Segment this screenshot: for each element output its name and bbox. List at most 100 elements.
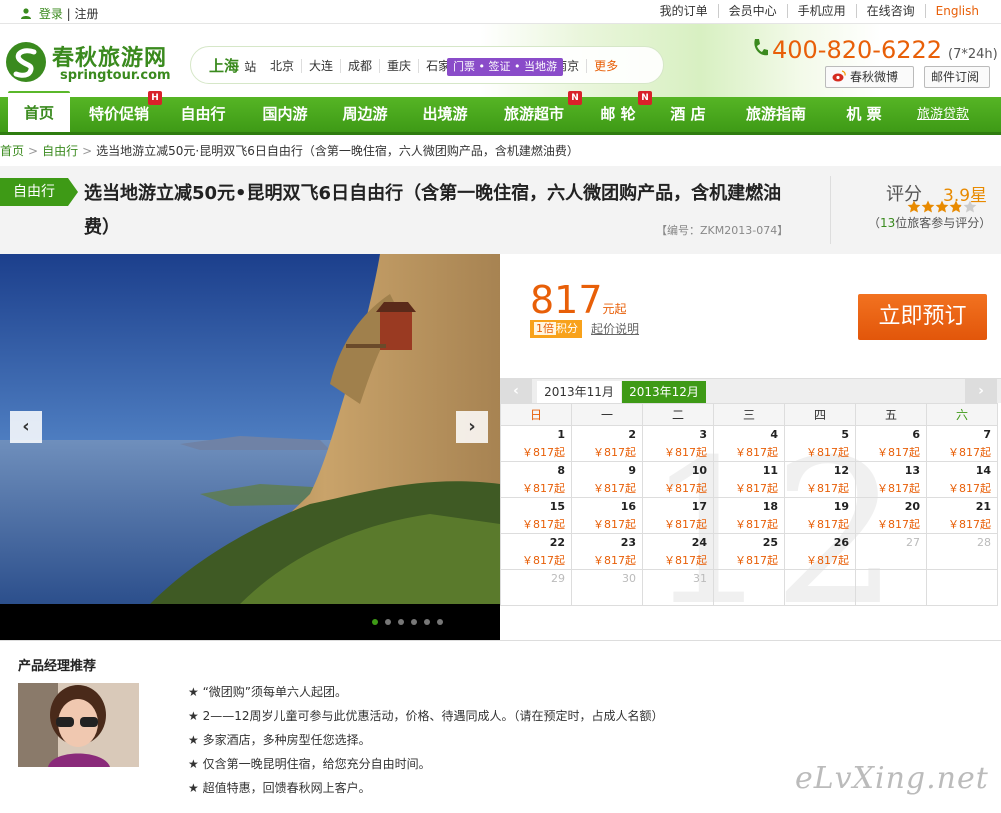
calendar-day[interactable]: 12 ￥817起 (784, 461, 856, 498)
more-cities-link[interactable]: 更多 (586, 59, 625, 73)
month-tab-active[interactable]: 2013年12月 (622, 381, 706, 403)
day-number: 28 (977, 536, 991, 549)
my-orders-link[interactable]: 我的订单 (650, 4, 718, 18)
day-price: ￥817起 (806, 482, 849, 495)
calendar-day[interactable]: 17 ￥817起 (642, 497, 714, 534)
day-number: 13 (904, 464, 920, 477)
nav-outbound[interactable]: 出境游 (410, 97, 480, 132)
chevron-right-icon: > (28, 144, 39, 158)
calendar-day[interactable]: 6 ￥817起 (855, 425, 927, 462)
calendar-day[interactable]: 11 ￥817起 (713, 461, 785, 498)
category-tag: 自由行 (0, 178, 78, 206)
carousel-dot[interactable] (398, 619, 404, 625)
calendar-day (855, 569, 927, 606)
calendar-day[interactable]: 3 ￥817起 (642, 425, 714, 462)
calendar-day[interactable]: 19 ￥817起 (784, 497, 856, 534)
mobile-app-link[interactable]: 手机应用 (786, 4, 856, 18)
carousel-dot[interactable] (411, 619, 417, 625)
site-logo[interactable]: 春秋旅游网 springtour.com (4, 40, 184, 88)
nav-hotel[interactable]: 酒 店 (658, 97, 718, 132)
mail-subscribe-button[interactable]: 邮件订阅 (924, 66, 990, 88)
list-item: ★ “微团购”须每单六人起团。 (188, 685, 348, 699)
calendar-day[interactable]: 26 ￥817起 (784, 533, 856, 570)
day-price: ￥817起 (735, 554, 778, 567)
next-month-button[interactable]: › (965, 379, 997, 403)
day-number: 2 (628, 428, 636, 441)
day-price: ￥817起 (664, 554, 707, 567)
english-link[interactable]: English (924, 4, 989, 18)
day-number: 5 (841, 428, 849, 441)
calendar-day[interactable]: 13 ￥817起 (855, 461, 927, 498)
breadcrumb-home[interactable]: 首页 (0, 144, 24, 158)
login-link[interactable]: 登录 (39, 7, 63, 21)
promo-tag[interactable]: 门票 • 签证 • 当地游 (447, 58, 563, 76)
user-icon (21, 8, 31, 19)
carousel-dot[interactable] (385, 619, 391, 625)
day-number: 18 (762, 500, 778, 513)
calendar-day[interactable]: 15 ￥817起 (500, 497, 572, 534)
main-nav: 首页 特价促销 H 自由行 国内游 周边游 出境游 旅游超市 N 邮 轮 N 酒… (0, 91, 1001, 135)
nav-nearby[interactable]: 周边游 (330, 97, 400, 132)
city-link[interactable]: 成都 (340, 59, 379, 73)
carousel-dot[interactable] (437, 619, 443, 625)
weibo-button[interactable]: 春秋微博 (825, 66, 914, 88)
carousel-prev-button[interactable]: ‹ (10, 411, 42, 443)
nav-free-travel[interactable]: 自由行 (168, 97, 238, 132)
calendar-day[interactable]: 16 ￥817起 (571, 497, 643, 534)
calendar-day[interactable]: 24 ￥817起 (642, 533, 714, 570)
calendar-day[interactable]: 4 ￥817起 (713, 425, 785, 462)
member-center-link[interactable]: 会员中心 (717, 4, 787, 18)
watermark-text: eLvXing.net (795, 761, 989, 796)
calendar-day[interactable]: 25 ￥817起 (713, 533, 785, 570)
nav-guide[interactable]: 旅游指南 (736, 97, 816, 132)
logo-en-text: springtour.com (60, 68, 171, 83)
current-city[interactable]: 上海 站 (209, 55, 256, 76)
nav-home[interactable]: 首页 (8, 91, 70, 132)
calendar-day[interactable]: 7 ￥817起 (926, 425, 998, 462)
carousel-next-button[interactable]: › (456, 411, 488, 443)
city-list: 北京 大连 成都 重庆 石家庄 沈阳 杭州 南京 更多 (263, 59, 625, 73)
calendar-day[interactable]: 21 ￥817起 (926, 497, 998, 534)
city-link[interactable]: 重庆 (379, 59, 418, 73)
day-number: 15 (549, 500, 565, 513)
calendar-day[interactable]: 10 ￥817起 (642, 461, 714, 498)
prev-month-button[interactable]: ‹ (500, 379, 532, 403)
day-number: 12 (833, 464, 849, 477)
price-note-link[interactable]: 起价说明 (591, 320, 639, 337)
calendar-day[interactable]: 20 ￥817起 (855, 497, 927, 534)
day-number: 6 (912, 428, 920, 441)
city-link[interactable]: 北京 (263, 59, 301, 73)
calendar-day[interactable]: 8 ￥817起 (500, 461, 572, 498)
calendar-day[interactable]: 5 ￥817起 (784, 425, 856, 462)
city-link[interactable]: 大连 (301, 59, 340, 73)
calendar-day: 29 (500, 569, 572, 606)
calendar-day[interactable]: 14 ￥817起 (926, 461, 998, 498)
calendar-day[interactable]: 22 ￥817起 (500, 533, 572, 570)
day-price: ￥817起 (593, 446, 636, 459)
calendar-day[interactable]: 2 ￥817起 (571, 425, 643, 462)
breadcrumb-category[interactable]: 自由行 (42, 144, 78, 158)
calendar-day[interactable]: 18 ￥817起 (713, 497, 785, 534)
calendar-day[interactable]: 9 ￥817起 (571, 461, 643, 498)
day-number: 14 (975, 464, 991, 477)
month-tab[interactable]: 2013年11月 (537, 381, 621, 403)
hotline: 400-820-6222 (7*24h) (752, 36, 998, 64)
register-link[interactable]: 注册 (75, 7, 99, 21)
calendar-day[interactable]: 23 ￥817起 (571, 533, 643, 570)
nav-loan[interactable]: 旅游贷款 (908, 97, 978, 132)
nav-flights[interactable]: 机 票 (834, 97, 894, 132)
book-now-button[interactable]: 立即预订 (858, 294, 987, 340)
product-photo-carousel[interactable]: ‹ › (0, 254, 500, 640)
breadcrumb-current: 选当地游立减50元·昆明双飞6日自由行（含第一晚住宿，六人微团购产品，含机建燃油… (96, 144, 579, 158)
chevron-left-icon: ‹ (513, 383, 519, 399)
online-consult-link[interactable]: 在线咨询 (855, 4, 925, 18)
nav-domestic[interactable]: 国内游 (250, 97, 320, 132)
carousel-dot[interactable] (424, 619, 430, 625)
nav-specials[interactable]: 特价促销 (80, 97, 158, 132)
calendar-day[interactable]: 1 ￥817起 (500, 425, 572, 462)
review-count[interactable]: （13位旅客参与评分） (868, 214, 991, 231)
day-number: 16 (620, 500, 636, 513)
carousel-dot[interactable] (372, 619, 378, 625)
calendar-grid: 日一二三四五六 1 ￥817起 2 ￥817起 3 ￥817起 4 ￥817起 5 ￥817起 6 ￥… (500, 403, 998, 606)
nav-supermarket[interactable]: 旅游超市 (494, 97, 574, 132)
